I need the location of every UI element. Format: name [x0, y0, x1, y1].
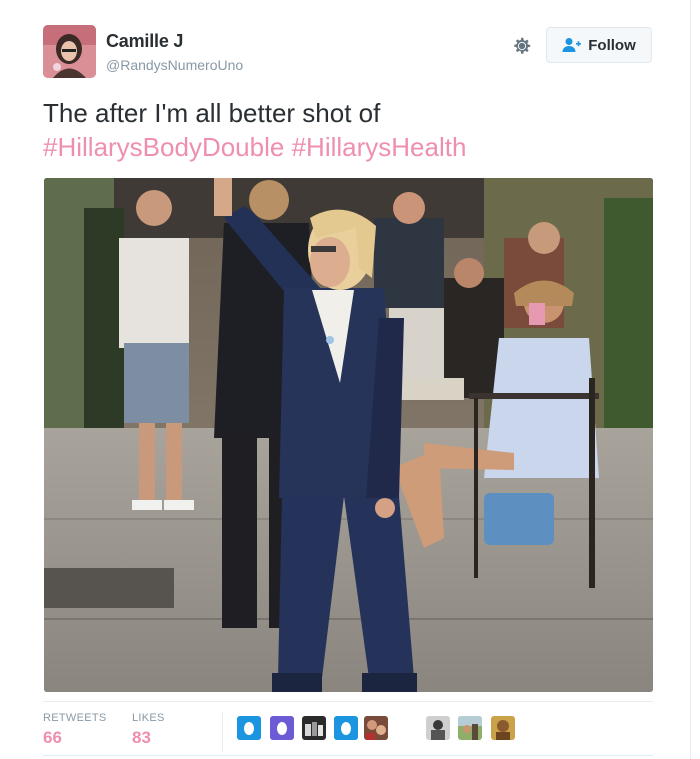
settings-button[interactable]: [509, 33, 535, 59]
egg-icon: [341, 721, 351, 735]
user-name[interactable]: Camille J: [106, 31, 183, 52]
stats-divider: [222, 712, 223, 752]
liker-avatar[interactable]: [491, 716, 515, 740]
follow-button[interactable]: Follow: [546, 27, 652, 63]
liker-avatar[interactable]: [458, 716, 482, 740]
stats-divider-bottom: [43, 755, 653, 756]
liker-avatar[interactable]: [270, 716, 294, 740]
photo-image: [44, 178, 653, 692]
likes-label: LIKES: [132, 712, 165, 724]
egg-icon: [244, 721, 254, 735]
avatar[interactable]: [43, 25, 96, 78]
liker-avatar[interactable]: [426, 716, 450, 740]
retweets-label: RETWEETS: [43, 712, 107, 724]
liker-avatar[interactable]: [302, 716, 326, 740]
follow-label: Follow: [588, 36, 636, 54]
hashtag-link[interactable]: #HillarysBodyDouble: [43, 132, 284, 162]
liker-avatar[interactable]: [334, 716, 358, 740]
hashtag-link[interactable]: #HillarysHealth: [292, 132, 467, 162]
gear-icon: [514, 37, 531, 54]
user-handle[interactable]: @RandysNumeroUno: [106, 57, 243, 73]
tweet-text: The after I'm all better shot of #Hillar…: [43, 96, 663, 164]
liker-avatar[interactable]: [364, 716, 388, 740]
tweet-photo[interactable]: [44, 178, 653, 692]
liker-avatar[interactable]: [237, 716, 261, 740]
retweets-count[interactable]: 66: [43, 728, 62, 748]
add-user-icon: [562, 38, 582, 52]
tweet-body: The after I'm all better shot of: [43, 98, 381, 128]
egg-icon: [277, 721, 287, 735]
likes-count[interactable]: 83: [132, 728, 151, 748]
card-border: [690, 0, 691, 759]
stats-divider-top: [43, 701, 653, 702]
tweet-card: Camille J @RandysNumeroUno Follow The af…: [0, 0, 700, 759]
